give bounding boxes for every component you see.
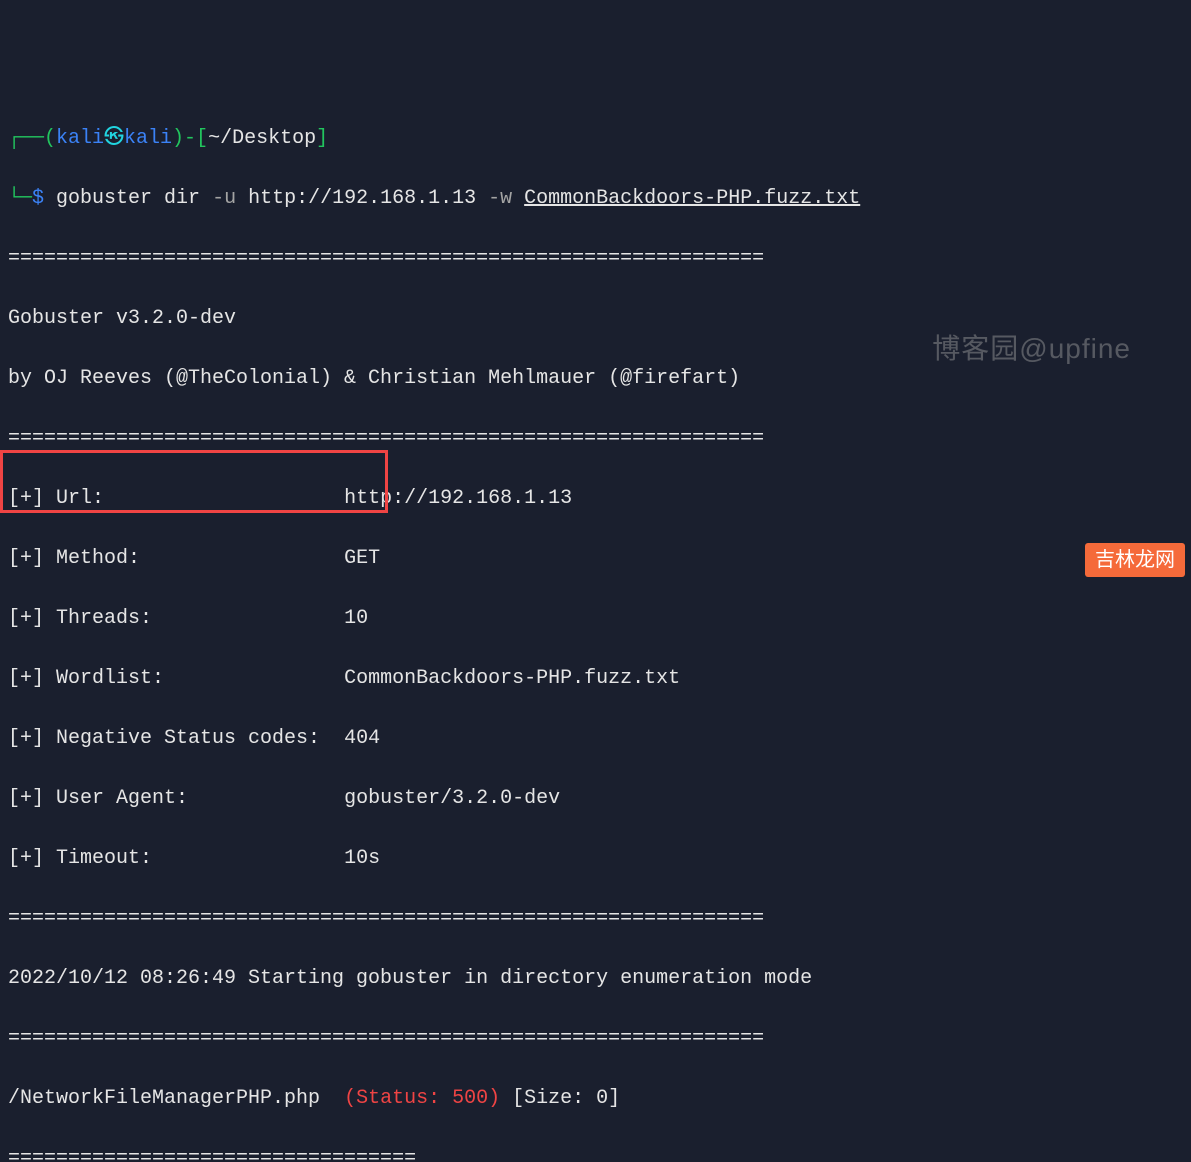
divider: ========================================… xyxy=(8,904,1183,934)
setting-timeout: [+] Timeout: 10s xyxy=(8,844,1183,874)
setting-wordlist: [+] Wordlist: CommonBackdoors-PHP.fuzz.t… xyxy=(8,664,1183,694)
prompt-line1: ┌──(kali㉿kali)-[~/Desktop] xyxy=(8,124,1183,154)
divider: ========================================… xyxy=(8,244,1183,274)
setting-neg-status: [+] Negative Status codes: 404 xyxy=(8,724,1183,754)
setting-threads: [+] Threads: 10 xyxy=(8,604,1183,634)
divider: ========================================… xyxy=(8,1024,1183,1054)
setting-url: [+] Url: http://192.168.1.13 xyxy=(8,484,1183,514)
watermark-site: 吉林龙网 xyxy=(1085,543,1185,577)
start-message: 2022/10/12 08:26:49 Starting gobuster in… xyxy=(8,964,1183,994)
result-row: /NetworkFileManagerPHP.php (Status: 500)… xyxy=(8,1084,1183,1114)
watermark-blog: 博客园@upfine xyxy=(932,328,1131,370)
setting-method: [+] Method: GET xyxy=(8,544,1183,574)
prompt-line2[interactable]: └─$ gobuster dir -u http://192.168.1.13 … xyxy=(8,184,1183,214)
setting-user-agent: [+] User Agent: gobuster/3.2.0-dev xyxy=(8,784,1183,814)
divider-short: ================================== xyxy=(8,1144,1183,1162)
divider: ========================================… xyxy=(8,424,1183,454)
